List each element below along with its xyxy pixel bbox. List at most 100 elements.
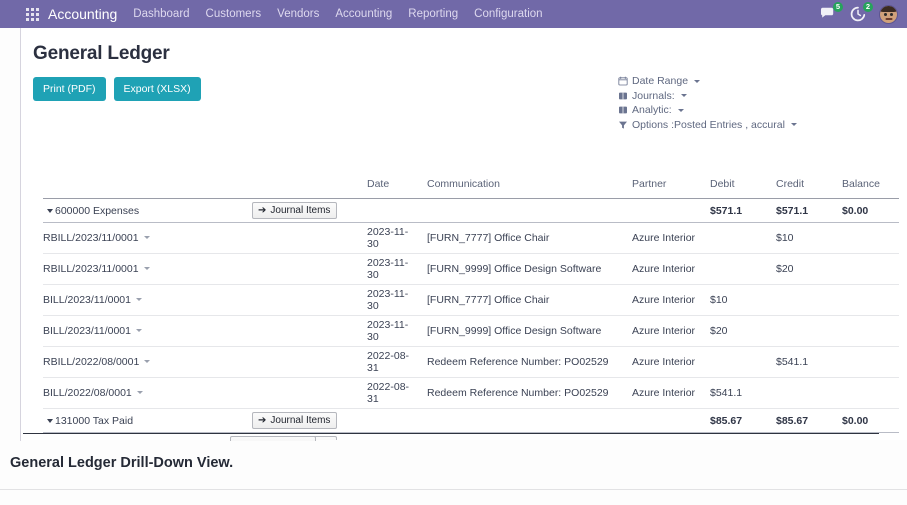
journal-item-balance <box>838 222 899 254</box>
journal-items-cell: ➔Journal Items <box>248 198 363 223</box>
apps-grid-icon[interactable] <box>26 7 39 21</box>
nav-item-accounting[interactable]: Accounting <box>335 8 392 20</box>
general-ledger-table: Date Communication Partner Debit Credit … <box>43 178 899 440</box>
nav-item-configuration[interactable]: Configuration <box>474 8 542 20</box>
nav-links: Dashboard Customers Vendors Accounting R… <box>133 8 542 20</box>
chat-bubble-icon[interactable]: 5 <box>819 2 843 23</box>
report-filters: Date Range Journals: Analytic: Options:… <box>618 74 797 132</box>
account-communication <box>423 198 628 223</box>
app-root: Accounting Dashboard Customers Vendors A… <box>0 0 907 505</box>
journal-item-spacer <box>248 346 363 378</box>
app-brand-accounting[interactable]: Accounting <box>48 6 117 22</box>
journals-filter[interactable]: Journals: <box>618 89 797 104</box>
journal-item-date: 2023-11-30 <box>363 253 423 285</box>
journal-item-row[interactable]: BILL/2023/11/0001 2023-11-30 [FURN_7777] O… <box>43 284 899 316</box>
col-debit: Debit <box>710 178 735 190</box>
account-row[interactable]: 131000 Tax Paid ➔ Journal Items $85.67 $85.6… <box>43 408 899 433</box>
col-credit: Credit <box>776 178 805 190</box>
journal-item-balance <box>838 253 899 285</box>
print-pdf-button[interactable]: Print (PDF) <box>33 77 106 101</box>
date-range-label: Date Range <box>632 75 689 87</box>
chevron-down-icon <box>680 94 687 98</box>
journal-item-ref-label: BILL/2022/08/0001 <box>43 387 132 399</box>
top-navbar: Accounting Dashboard Customers Vendors A… <box>0 0 907 28</box>
journal-item-partner: Azure Interior <box>628 284 706 316</box>
account-row[interactable]: 600000 Expenses ➔ Journal Items $571.1 $571.… <box>43 198 899 223</box>
journal-item-row[interactable]: RBILL/2023/11/0001 2023-11-30 [FURN_7777] … <box>43 222 899 254</box>
options-label: Options :Posted Entries , accural <box>632 118 785 131</box>
journal-item-communication: Redeem Reference Number: PO02529 <box>423 377 628 409</box>
journal-item-debit: $10 <box>706 284 772 316</box>
journal-item-credit <box>772 315 838 347</box>
journal-item-row[interactable]: BILL/2022/08/0001 2022-08-31 Redeem Refere… <box>43 377 899 409</box>
journal-item-debit <box>706 346 772 378</box>
navbar-right-tools: 5 2 <box>819 0 898 28</box>
analytic-filter[interactable]: Analytic: <box>618 103 797 118</box>
nav-item-vendors[interactable]: Vendors <box>277 8 319 20</box>
account-name[interactable]: 600000 Expenses <box>43 198 248 223</box>
journal-item-row[interactable]: RBILL/2022/08/0001 2022-08-31 Redeem Refer… <box>43 346 899 378</box>
funnel-icon <box>618 120 628 130</box>
nav-item-customers[interactable]: Customers <box>206 8 262 20</box>
journal-item-communication: [FURN_7777] Office Chair <box>423 284 628 316</box>
journal-items-cell: ➔Journal Items <box>248 408 363 433</box>
account-balance: $0.00 <box>838 198 899 223</box>
chevron-down-icon <box>136 391 143 394</box>
nav-item-dashboard[interactable]: Dashboard <box>133 8 189 20</box>
journal-item-ref[interactable]: RBILL/2023/11/0001 <box>43 253 248 285</box>
col-account <box>43 178 248 199</box>
journal-item-communication: Redeem Reference Number: PO02529 <box>423 346 628 378</box>
date-range-filter[interactable]: Date Range <box>618 74 797 89</box>
analytic-label: Analytic: <box>632 104 672 116</box>
journal-item-row[interactable]: BILL/2023/11/0001 2023-11-30 [FURN_9999] O… <box>43 315 899 347</box>
account-credit: $85.67 <box>772 408 838 433</box>
journal-item-partner: Azure Interior <box>628 253 706 285</box>
journal-item-row[interactable]: RBILL/2023/11/0001 2023-11-30 [FURN_9999] … <box>43 253 899 285</box>
col-communication: Communication <box>427 178 500 190</box>
clipped-next-row <box>20 433 907 441</box>
avatar[interactable] <box>879 4 898 24</box>
activities-badge: 2 <box>863 2 873 12</box>
account-date <box>363 408 423 433</box>
chevron-down-icon <box>790 123 797 127</box>
journal-item-debit: $541.1 <box>706 377 772 409</box>
nav-item-reporting[interactable]: Reporting <box>408 8 458 20</box>
journal-item-ref[interactable]: BILL/2023/11/0001 <box>43 315 248 347</box>
caret-down-icon <box>47 208 53 213</box>
journal-item-communication: [FURN_7777] Office Chair <box>423 222 628 254</box>
journal-item-debit <box>706 222 772 254</box>
journal-item-ref-label: RBILL/2023/11/0001 <box>43 232 139 244</box>
journal-item-ref[interactable]: BILL/2022/08/0001 <box>43 377 248 409</box>
journal-item-ref-label: RBILL/2022/08/0001 <box>43 356 140 368</box>
journal-items-label: Journal Items <box>270 205 331 216</box>
chevron-down-icon <box>677 108 684 112</box>
journal-items-button[interactable]: ➔Journal Items <box>252 202 338 219</box>
journal-item-date: 2023-11-30 <box>363 284 423 316</box>
journal-item-ref[interactable]: RBILL/2023/11/0001 <box>43 222 248 254</box>
options-filter[interactable]: Options :Posted Entries , accural <box>618 118 797 133</box>
account-name-label: 131000 Tax Paid <box>55 414 134 427</box>
journal-item-ref[interactable]: RBILL/2022/08/0001 <box>43 346 248 378</box>
account-balance: $0.00 <box>838 408 899 433</box>
page-title: General Ledger <box>33 43 170 64</box>
table-header-row: Date Communication Partner Debit Credit … <box>43 178 899 199</box>
report-sheet: General Ledger Print (PDF) Export (XLSX)… <box>20 28 907 440</box>
account-credit: $571.1 <box>772 198 838 223</box>
col-action <box>248 178 363 199</box>
journal-items-button[interactable]: ➔Journal Items <box>252 412 338 429</box>
journal-items-button-clipped[interactable] <box>230 436 316 441</box>
journal-item-communication: [FURN_9999] Office Design Software <box>423 253 628 285</box>
col-balance: Balance <box>842 178 880 190</box>
journal-item-ref[interactable]: BILL/2023/11/0001 <box>43 284 248 316</box>
journal-item-spacer <box>248 222 363 254</box>
account-communication <box>423 408 628 433</box>
account-debit: $571.1 <box>706 198 772 223</box>
account-debit: $85.67 <box>706 408 772 433</box>
journal-item-debit: $20 <box>706 315 772 347</box>
journal-item-date: 2022-08-31 <box>363 377 423 409</box>
account-date <box>363 198 423 223</box>
journals-label: Journals: <box>632 89 675 102</box>
clock-activity-icon[interactable]: 2 <box>849 2 873 23</box>
export-xlsx-button[interactable]: Export (XLSX) <box>113 77 201 101</box>
account-name[interactable]: 131000 Tax Paid <box>43 408 248 433</box>
